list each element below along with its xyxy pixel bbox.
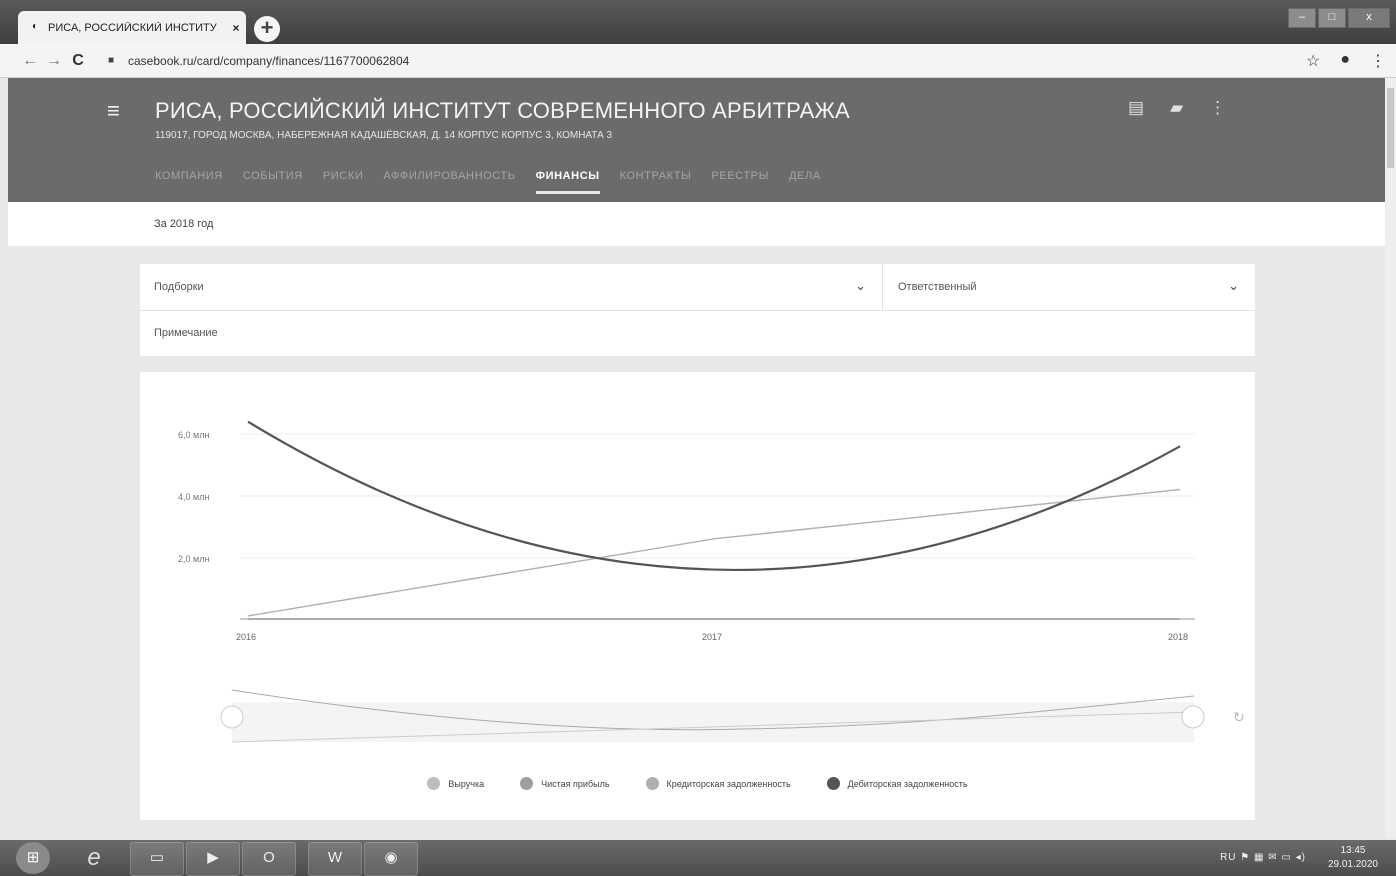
scrollbar-thumb[interactable] — [1387, 88, 1394, 168]
tab-cases[interactable]: ДЕЛА — [789, 170, 821, 194]
note-field[interactable]: Примечание — [154, 327, 218, 339]
x-tick-label: 2017 — [702, 632, 723, 642]
tab-risks[interactable]: РИСКИ — [323, 170, 364, 194]
clipboard-icon[interactable]: ▤ — [1128, 98, 1144, 118]
tab-affiliation[interactable]: АФФИЛИРОВАННОСТЬ — [383, 170, 515, 194]
filters-card: Подборки ⌄ Ответственный ⌄ Примечание — [140, 264, 1255, 356]
maximize-button[interactable]: □ — [1318, 8, 1346, 28]
hamburger-menu-icon[interactable]: ≡ — [107, 98, 120, 124]
system-tray: RU ⚑ ▦ ✉ ▭ ◂) — [1220, 852, 1306, 863]
range-handle-left[interactable] — [220, 705, 244, 729]
reset-zoom-icon[interactable]: ↻ — [1233, 709, 1245, 725]
tab-registries[interactable]: РЕЕСТРЫ — [711, 170, 769, 194]
back-icon[interactable]: ← — [18, 52, 42, 70]
language-indicator[interactable]: RU — [1220, 852, 1236, 863]
window-controls: – □ x — [1286, 8, 1390, 28]
legend-label: Чистая прибыль — [541, 778, 610, 789]
bookmark-star-icon[interactable]: ☆ — [1306, 51, 1320, 71]
clock-time: 13:45 — [1340, 845, 1366, 856]
page-scrollbar[interactable] — [1385, 78, 1396, 838]
x-tick-label: 2018 — [1168, 632, 1189, 642]
legend-label: Дебиторская задолженность — [847, 778, 968, 789]
company-address: 119017, ГОРОД МОСКВА, НАБЕРЕЖНАЯ КАДАШЁВ… — [155, 130, 613, 141]
chart-legend: Выручка Чистая прибыль Кредиторская задо… — [140, 777, 1255, 790]
tab-finances[interactable]: ФИНАНСЫ — [535, 170, 600, 194]
finance-chart-card: 6,0 млн 4,0 млн 2,0 млн ↻ 2016 2017 2018… — [140, 372, 1255, 820]
legend-dot-icon — [826, 777, 840, 790]
new-tab-button[interactable]: + — [254, 16, 280, 42]
ie-icon[interactable]: e — [78, 842, 110, 874]
tab-close-button[interactable]: × — [226, 21, 246, 35]
period-selector[interactable]: За 2018 год — [154, 218, 213, 230]
company-tabs: КОМПАНИЯ СОБЫТИЯ РИСКИ АФФИЛИРОВАННОСТЬ … — [155, 170, 841, 194]
explorer-icon[interactable]: ▭ — [130, 842, 184, 876]
chevron-down-icon[interactable]: ⌄ — [1228, 278, 1239, 294]
legend-item[interactable]: Дебиторская задолженность — [826, 777, 968, 790]
close-window-button[interactable]: x — [1348, 8, 1390, 28]
tab-contracts[interactable]: КОНТРАКТЫ — [620, 170, 692, 194]
word-icon[interactable]: W — [308, 842, 362, 876]
company-header: ≡ РИСА, РОССИЙСКИЙ ИНСТИТУТ СОВРЕМЕННОГО… — [8, 78, 1385, 202]
minimize-button[interactable]: – — [1288, 8, 1316, 28]
forward-icon[interactable]: → — [42, 52, 66, 70]
legend-item[interactable]: Чистая прибыль — [520, 777, 610, 790]
browser-titlebar: ◐ РИСА, РОССИЙСКИЙ ИНСТИТУ × + – □ x — [0, 0, 1396, 44]
legend-dot-icon — [520, 777, 534, 790]
period-bar: За 2018 год — [8, 202, 1385, 246]
collections-label: Подборки — [154, 281, 204, 293]
address-bar: ← → C ■ casebook.ru/card/company/finance… — [0, 44, 1396, 78]
range-navigator[interactable] — [232, 702, 1194, 742]
profile-icon[interactable]: ● — [1340, 51, 1350, 71]
tab-events[interactable]: СОБЫТИЯ — [243, 170, 303, 194]
responsible-dropdown[interactable]: Ответственный ⌄ — [884, 264, 1255, 311]
clock[interactable]: 13:45 29.01.2020 — [1328, 844, 1378, 872]
collections-dropdown[interactable]: Подборки ⌄ — [140, 264, 883, 311]
comment-icon[interactable]: ▰ — [1170, 98, 1183, 118]
chrome-icon[interactable]: ◉ — [364, 842, 418, 876]
clock-date: 29.01.2020 — [1327, 859, 1378, 870]
url-field[interactable]: casebook.ru/card/company/finances/116770… — [128, 54, 409, 68]
finance-line-chart: ↻ — [220, 420, 1245, 743]
range-handle-right[interactable] — [1181, 705, 1205, 729]
series-line[interactable] — [247, 488, 1181, 617]
tab-company[interactable]: КОМПАНИЯ — [155, 170, 223, 194]
company-name: РИСА, РОССИЙСКИЙ ИНСТИТУТ СОВРЕМЕННОГО А… — [155, 98, 850, 123]
favicon-icon: ◐ — [31, 20, 39, 32]
legend-dot-icon — [645, 777, 659, 790]
more-menu-icon[interactable]: ⋮ — [1209, 98, 1226, 118]
browser-menu-icon[interactable]: ⋮ — [1370, 51, 1386, 71]
responsible-label: Ответственный — [898, 281, 977, 293]
x-tick-label: 2016 — [236, 632, 257, 642]
legend-label: Выручка — [448, 778, 485, 789]
legend-dot-icon — [427, 777, 441, 790]
outlook-icon[interactable]: O — [242, 842, 296, 876]
legend-item[interactable]: Кредиторская задолженность — [645, 777, 791, 790]
os-taskbar: ⊞ e ▭ ▶ O W ◉ RU ⚑ ▦ ✉ ▭ ◂) 13:45 29.01.… — [0, 840, 1396, 876]
chevron-down-icon[interactable]: ⌄ — [855, 278, 866, 294]
legend-item[interactable]: Выручка — [427, 777, 484, 790]
legend-label: Кредиторская задолженность — [666, 778, 791, 789]
start-button[interactable]: ⊞ — [16, 842, 50, 874]
reload-icon[interactable]: C — [66, 52, 90, 70]
media-player-icon[interactable]: ▶ — [186, 842, 240, 876]
tab-title: РИСА, РОССИЙСКИЙ ИНСТИТУ — [48, 21, 217, 34]
lock-icon: ■ — [108, 55, 115, 66]
browser-tab[interactable]: ◐ РИСА, РОССИЙСКИЙ ИНСТИТУ × — [18, 11, 246, 44]
